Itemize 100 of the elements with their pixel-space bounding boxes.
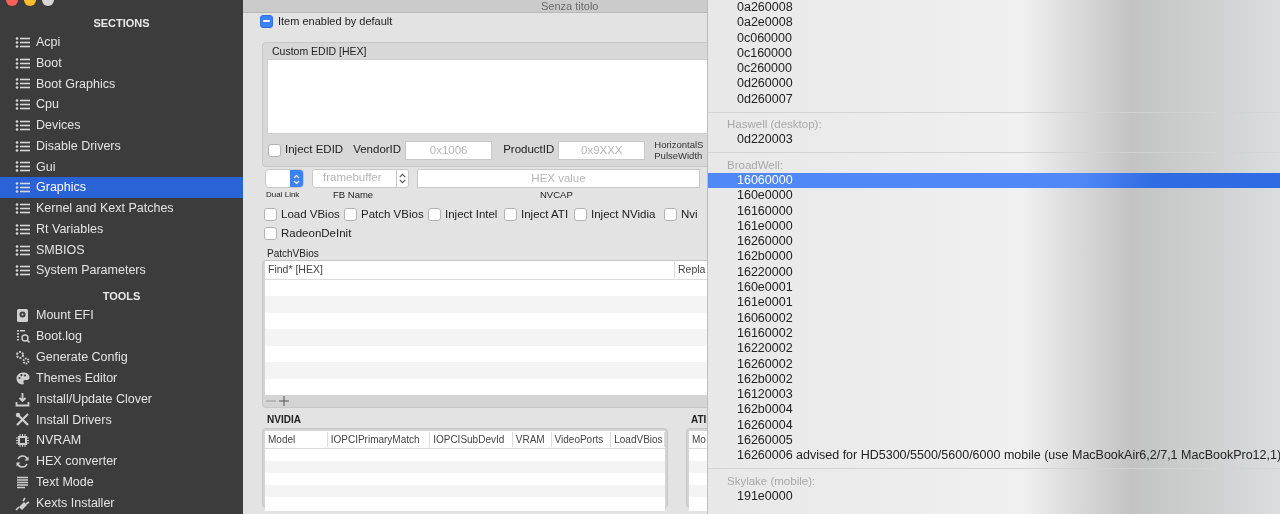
sidebar-item[interactable]: Graphics <box>0 177 243 199</box>
column-header[interactable]: Find* [HEX] <box>265 261 675 278</box>
group-title: Custom EDID [HEX] <box>271 44 368 59</box>
column-header[interactable]: Model <box>265 432 328 447</box>
sidebar-item[interactable]: Boot.log <box>0 326 243 347</box>
checkbox-label: Inject NVidia <box>591 206 656 222</box>
menu-item[interactable]: 0a2e0008 <box>708 15 1280 31</box>
sidebar-item[interactable]: Install/Update Clover <box>0 388 243 410</box>
checkbox[interactable] <box>574 208 587 221</box>
sidebar-item[interactable]: Install Drivers <box>0 409 243 431</box>
column-header[interactable]: Repla <box>675 261 706 278</box>
column-header[interactable]: VideoPorts <box>551 432 612 447</box>
checkbox-label: RadeonDeInit <box>281 225 352 241</box>
checkbox[interactable] <box>504 208 517 221</box>
checkbox[interactable] <box>664 208 677 221</box>
list-icon <box>15 243 30 257</box>
menu-item[interactable]: 161e0000 <box>708 218 1280 235</box>
checkbox[interactable] <box>268 143 281 157</box>
field-label: ProductID <box>503 142 555 158</box>
menu-item[interactable]: 16220002 <box>708 341 1280 357</box>
column-header[interactable]: LoadVBios <box>611 432 665 447</box>
sidebar-item[interactable]: System Parameters <box>0 260 243 282</box>
sidebar-item[interactable]: Text Mode <box>0 472 243 494</box>
text-area[interactable] <box>267 59 707 134</box>
sidebar-item[interactable]: HEX converter <box>0 451 243 473</box>
sidebar-item[interactable]: Acpi <box>0 31 243 53</box>
checkbox-label: Inject Intel <box>445 206 498 222</box>
column-header[interactable]: VRAM <box>512 432 552 447</box>
list-icon <box>15 264 30 278</box>
sidebar-item[interactable]: Mount EFI <box>0 305 243 327</box>
menu-item[interactable]: 16260000 <box>708 234 1280 250</box>
menu-item[interactable]: 0d260000 <box>708 76 1280 92</box>
list-icon <box>15 56 30 70</box>
menu-item[interactable]: 16260002 <box>708 356 1280 372</box>
text-lines-icon <box>15 475 30 491</box>
menu-item[interactable]: 16160000 <box>708 203 1280 219</box>
sidebar-item[interactable]: Themes Editor <box>0 367 243 389</box>
sidebar-item[interactable]: Boot <box>0 52 243 74</box>
menu-item[interactable]: 160e0000 <box>708 188 1280 204</box>
menu-item[interactable]: 161e0001 <box>708 295 1280 311</box>
menu-group-header: BroadWell: <box>726 157 785 173</box>
menu-item[interactable]: 0c260000 <box>708 61 1280 77</box>
sidebar-item[interactable]: Devices <box>0 115 243 136</box>
menu-item[interactable]: 16120003 <box>708 387 1280 403</box>
menu-item[interactable]: 16160002 <box>708 325 1280 342</box>
menu-group-header: Haswell (desktop): <box>726 117 823 133</box>
menu-item[interactable]: 16260006 advised for HD5300/5500/5600/6000 mobile (use MacBookAir6,2/7,1 MacBookPro12,1) <box>708 448 1280 464</box>
palette-icon <box>15 370 30 386</box>
checkbox-label: Patch VBios <box>361 206 424 222</box>
sidebar-item[interactable]: Disable Drivers <box>0 135 243 157</box>
menu-item[interactable]: 0a260008 <box>708 0 1280 16</box>
menu-item[interactable]: 16220000 <box>708 264 1280 281</box>
input-field[interactable]: HEX value <box>417 168 700 188</box>
checkbox[interactable] <box>264 227 277 240</box>
dual-link-popup[interactable] <box>265 168 304 188</box>
menu-item[interactable]: 16260004 <box>708 417 1280 433</box>
refresh-icon <box>15 454 30 470</box>
menu-item[interactable]: 160e0001 <box>708 280 1280 296</box>
input-field[interactable]: 0x1006 <box>405 140 493 160</box>
group-title: NVIDIA <box>267 413 302 427</box>
sidebar-item[interactable]: SMBIOS <box>0 239 243 261</box>
sidebar-item[interactable]: Kernel and Kext Patches <box>0 198 243 219</box>
checkbox-label: Inject EDID <box>285 142 344 158</box>
column-header[interactable]: IOPCIPrimaryMatch <box>327 432 431 447</box>
menu-item[interactable]: 0c160000 <box>708 45 1280 62</box>
checkbox-label: Load VBios <box>281 206 340 222</box>
menu-item[interactable]: 16060002 <box>708 310 1280 326</box>
field-label: NVCAP <box>540 187 573 202</box>
checkbox[interactable] <box>260 14 273 28</box>
sidebar-item[interactable]: Cpu <box>0 94 243 116</box>
sidebar-item[interactable]: Gui <box>0 156 243 178</box>
checkbox[interactable] <box>264 208 277 221</box>
menu-item[interactable]: 0c060000 <box>708 30 1280 46</box>
sidebar-item[interactable]: Generate Config <box>0 346 243 368</box>
list-icon <box>15 181 30 195</box>
checkbox-label: Item enabled by default <box>278 13 393 29</box>
menu-item[interactable]: 162b0000 <box>708 249 1280 265</box>
chip-icon <box>15 433 30 449</box>
menu-item[interactable]: 0d220003 <box>708 132 1280 148</box>
column-header[interactable]: IOPCISubDevId <box>430 432 513 447</box>
sidebar-item[interactable]: Boot Graphics <box>0 73 243 95</box>
menu-item[interactable]: 191e0000 <box>708 488 1280 505</box>
menu-item[interactable]: 162b0002 <box>708 371 1280 388</box>
list-icon <box>15 98 30 112</box>
list-icon <box>15 160 30 174</box>
menu-item[interactable]: 0d260007 <box>708 91 1280 108</box>
input-field[interactable]: 0x9XXX <box>558 140 646 160</box>
checkbox[interactable] <box>428 208 441 221</box>
group-title: PatchVBios <box>267 247 320 260</box>
list-icon <box>15 201 30 215</box>
menu-item[interactable]: 162b0004 <box>708 402 1280 418</box>
group-title: ATI <box>691 413 707 427</box>
section-heading: TOOLS <box>101 289 142 305</box>
menu-item[interactable]: 16260005 <box>708 433 1280 449</box>
stepper-icon <box>396 169 408 187</box>
sidebar-item[interactable]: Rt Variables <box>0 218 243 240</box>
checkbox[interactable] <box>344 208 357 221</box>
field-label: HorizontalS PulseWidth <box>654 139 704 161</box>
sidebar-item[interactable]: Kexts Installer <box>0 493 243 514</box>
sidebar-item[interactable]: NVRAM <box>0 430 243 452</box>
